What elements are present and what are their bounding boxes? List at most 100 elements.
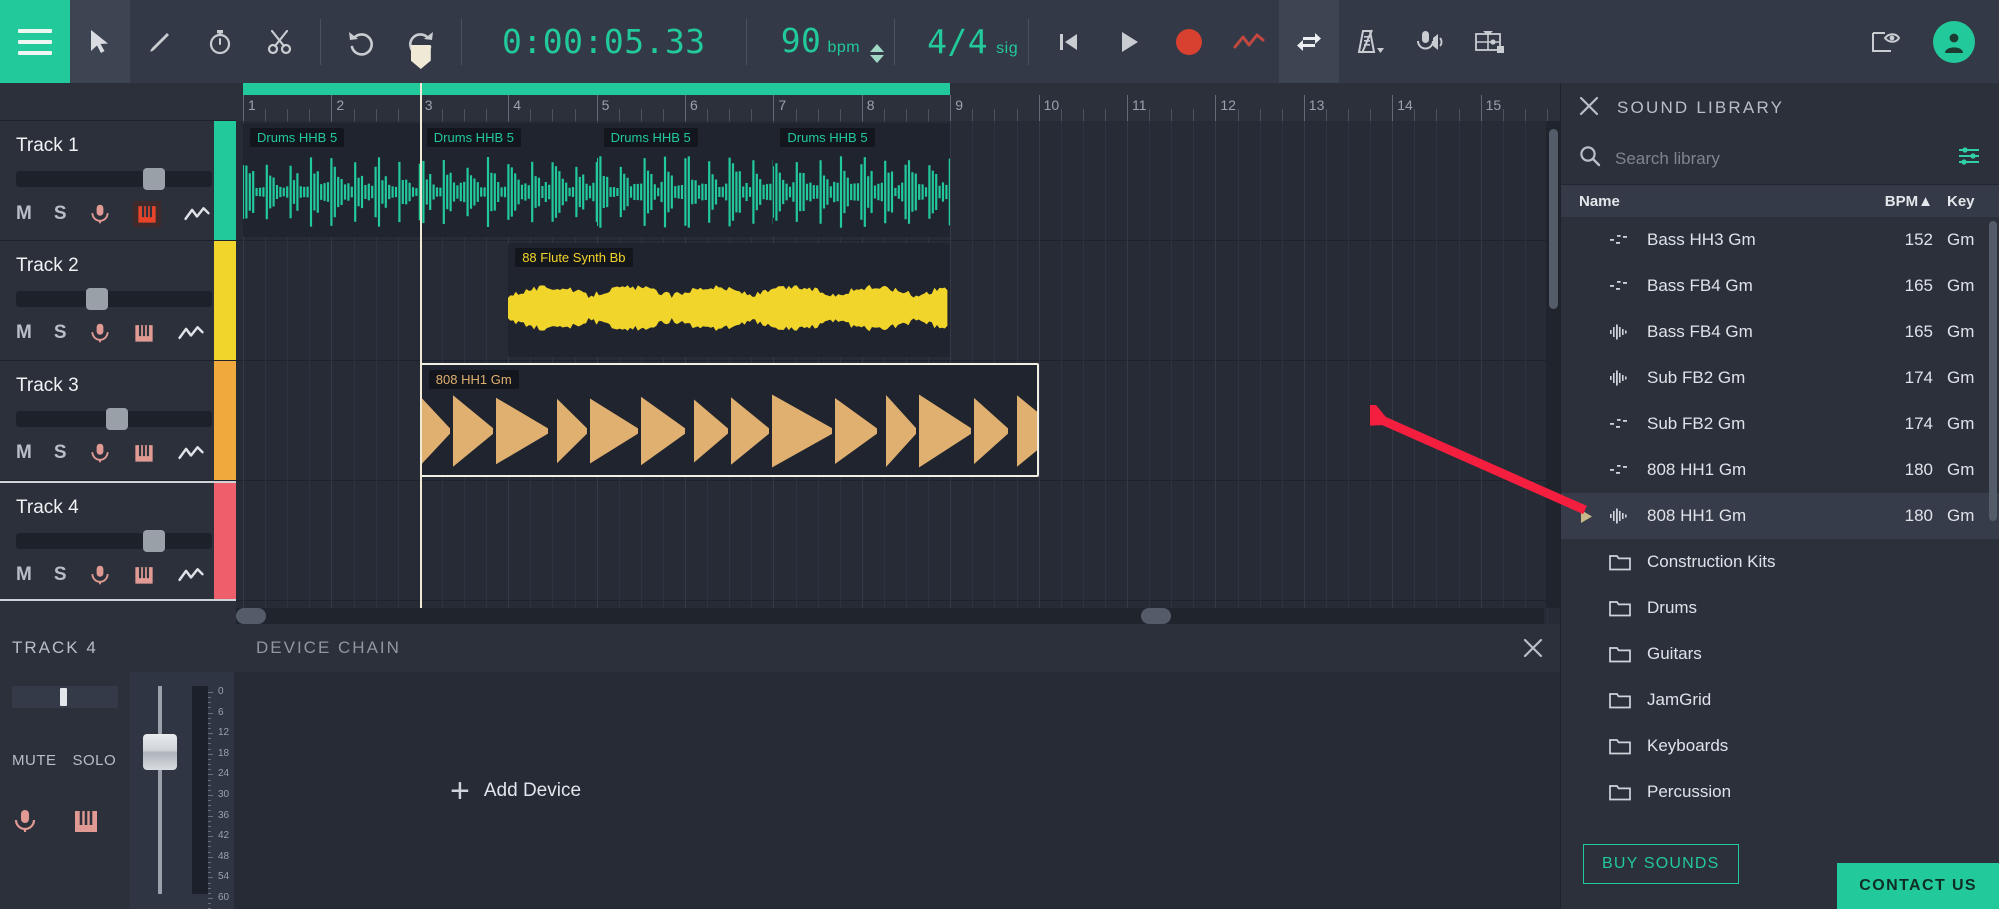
column-name[interactable]: Name bbox=[1561, 193, 1851, 210]
audio-clip[interactable]: 88 Flute Synth Bb bbox=[508, 243, 951, 357]
track-solo-button[interactable]: S bbox=[54, 442, 67, 464]
search-input[interactable] bbox=[1615, 148, 1943, 169]
column-bpm[interactable]: BPM▲ bbox=[1851, 193, 1933, 210]
track-mute-button[interactable]: M bbox=[16, 564, 32, 586]
scroll-thumb-right[interactable] bbox=[1141, 608, 1171, 624]
horizontal-scrollbar[interactable] bbox=[236, 608, 1544, 624]
track-volume-knob[interactable] bbox=[143, 530, 166, 552]
audio-clip[interactable]: 808 HH1 Gm bbox=[419, 363, 1039, 477]
audio-clip[interactable]: Drums HHB 5 bbox=[419, 123, 597, 237]
timeline-ruler[interactable]: 1 2 3 4 5 6 7 8 9 10 11 12 13 14 15 bbox=[236, 83, 1560, 121]
audio-clip[interactable]: Drums HHB 5 bbox=[596, 123, 774, 237]
track-instrument-button[interactable] bbox=[133, 442, 155, 464]
mute-button[interactable]: MUTE bbox=[12, 752, 57, 769]
library-item-row[interactable]: 808 HH1 Gm 180 Gm bbox=[1561, 493, 1999, 539]
track-automation-button[interactable] bbox=[183, 205, 211, 223]
library-item-list[interactable]: Bass HH3 Gm 152 Gm Bass FB4 Gm 165 Gm Ba… bbox=[1561, 217, 1999, 817]
library-folder-row[interactable]: JamGrid bbox=[1561, 677, 1999, 723]
device-chain-area[interactable]: + Add Device bbox=[234, 672, 1560, 909]
close-bottom-panel-button[interactable] bbox=[1506, 637, 1560, 659]
record-button[interactable] bbox=[1159, 0, 1219, 83]
instrument-button[interactable] bbox=[72, 807, 100, 840]
library-item-row[interactable]: Bass FB4 Gm 165 Gm bbox=[1561, 309, 1999, 355]
bpm-stepper[interactable] bbox=[870, 43, 885, 63]
fader-track[interactable] bbox=[158, 686, 162, 894]
scroll-thumb-left[interactable] bbox=[236, 608, 266, 624]
loop-button[interactable] bbox=[1279, 0, 1340, 83]
track-header-4[interactable]: Track 4 M S bbox=[0, 481, 236, 601]
user-avatar[interactable] bbox=[1933, 20, 1975, 63]
library-item-row[interactable]: Sub FB2 Gm 174 Gm bbox=[1561, 401, 1999, 447]
input-monitor-button[interactable] bbox=[1399, 0, 1459, 83]
track-automation-button[interactable] bbox=[177, 444, 205, 462]
audio-clip[interactable]: Drums HHB 5 bbox=[773, 123, 951, 237]
track-volume-knob[interactable] bbox=[106, 408, 129, 430]
time-signature-display[interactable]: 4/4 sig bbox=[905, 22, 1018, 61]
scroll-thumb[interactable] bbox=[1549, 129, 1558, 309]
track-volume-knob[interactable] bbox=[143, 168, 166, 190]
track-arm-button[interactable] bbox=[89, 563, 111, 587]
library-item-row[interactable]: 808 HH1 Gm 180 Gm bbox=[1561, 447, 1999, 493]
solo-button[interactable]: SOLO bbox=[73, 752, 117, 769]
library-folder-row[interactable]: Guitars bbox=[1561, 631, 1999, 677]
pan-knob[interactable] bbox=[59, 688, 67, 706]
track-volume-knob[interactable] bbox=[85, 288, 108, 310]
track-arm-button[interactable] bbox=[89, 321, 111, 345]
track-instrument-button[interactable] bbox=[133, 564, 155, 586]
track-instrument-button[interactable] bbox=[133, 322, 155, 344]
library-folder-row[interactable]: Keyboards bbox=[1561, 723, 1999, 769]
track-mute-button[interactable]: M bbox=[16, 203, 32, 225]
track-automation-button[interactable] bbox=[177, 324, 205, 342]
library-item-row[interactable]: Bass FB4 Gm 165 Gm bbox=[1561, 263, 1999, 309]
track-volume-slider[interactable] bbox=[16, 408, 212, 430]
redo-button[interactable] bbox=[391, 0, 451, 83]
audio-clip[interactable]: Drums HHB 5 bbox=[243, 123, 420, 237]
buy-sounds-button[interactable]: BUY SOUNDS bbox=[1583, 844, 1739, 884]
track-mute-button[interactable]: M bbox=[16, 442, 32, 464]
rewind-to-start-button[interactable] bbox=[1039, 0, 1099, 83]
close-library-button[interactable] bbox=[1579, 96, 1599, 121]
chevron-up-icon[interactable] bbox=[870, 43, 885, 52]
track-volume-slider[interactable] bbox=[16, 288, 212, 310]
undo-button[interactable] bbox=[331, 0, 391, 83]
pointer-tool[interactable] bbox=[70, 0, 130, 83]
volume-fader-handle[interactable] bbox=[143, 734, 177, 770]
track-arm-button[interactable] bbox=[89, 441, 111, 465]
track-mute-button[interactable]: M bbox=[16, 322, 32, 344]
track-volume-slider[interactable] bbox=[16, 168, 212, 190]
track-instrument-button[interactable] bbox=[132, 201, 161, 227]
tempo-display[interactable]: 90 bpm bbox=[757, 21, 885, 63]
play-button[interactable] bbox=[1099, 0, 1159, 83]
filter-sliders-icon[interactable] bbox=[1957, 145, 1981, 172]
vertical-scrollbar[interactable] bbox=[1546, 121, 1560, 608]
metronome-button[interactable] bbox=[1339, 0, 1399, 83]
library-folder-row[interactable]: Percussion bbox=[1561, 769, 1999, 815]
record-arm-button[interactable] bbox=[12, 807, 38, 840]
track-arm-button[interactable] bbox=[89, 202, 111, 226]
preview-window-button[interactable] bbox=[1855, 0, 1915, 83]
add-device-button[interactable]: + Add Device bbox=[450, 774, 581, 808]
library-item-row[interactable]: Sub FB2 Gm 174 Gm bbox=[1561, 355, 1999, 401]
track-header-2[interactable]: Track 2 M S bbox=[0, 241, 236, 361]
track-automation-button[interactable] bbox=[177, 566, 205, 584]
pencil-tool[interactable] bbox=[130, 0, 190, 83]
column-key[interactable]: Key bbox=[1933, 193, 1999, 210]
track-header-1[interactable]: Track 1 M S bbox=[0, 121, 236, 241]
chevron-down-icon[interactable] bbox=[870, 54, 885, 63]
automation-button[interactable] bbox=[1219, 0, 1279, 83]
library-folder-row[interactable]: Drums bbox=[1561, 585, 1999, 631]
timeline-grid[interactable]: Drums HHB 5 Drums HHB 5 Drums HHB 5 Drum… bbox=[236, 121, 1560, 624]
hamburger-menu-icon[interactable] bbox=[0, 0, 70, 83]
loop-region[interactable] bbox=[243, 83, 951, 95]
time-display[interactable]: 0:00:05.33 bbox=[472, 22, 736, 61]
contact-us-button[interactable]: CONTACT US bbox=[1837, 863, 1999, 909]
playhead[interactable] bbox=[410, 45, 431, 624]
library-scrollbar[interactable] bbox=[1989, 221, 1997, 521]
split-tool[interactable] bbox=[250, 0, 310, 83]
library-folder-row[interactable]: Construction Kits bbox=[1561, 539, 1999, 585]
library-folder-row[interactable]: Sample Pack Vol 1 bbox=[1561, 815, 1999, 817]
snap-grid-button[interactable] bbox=[1459, 0, 1519, 83]
timing-tool[interactable] bbox=[190, 0, 250, 83]
track-solo-button[interactable]: S bbox=[54, 564, 67, 586]
library-item-row[interactable]: Bass HH3 Gm 152 Gm bbox=[1561, 217, 1999, 263]
